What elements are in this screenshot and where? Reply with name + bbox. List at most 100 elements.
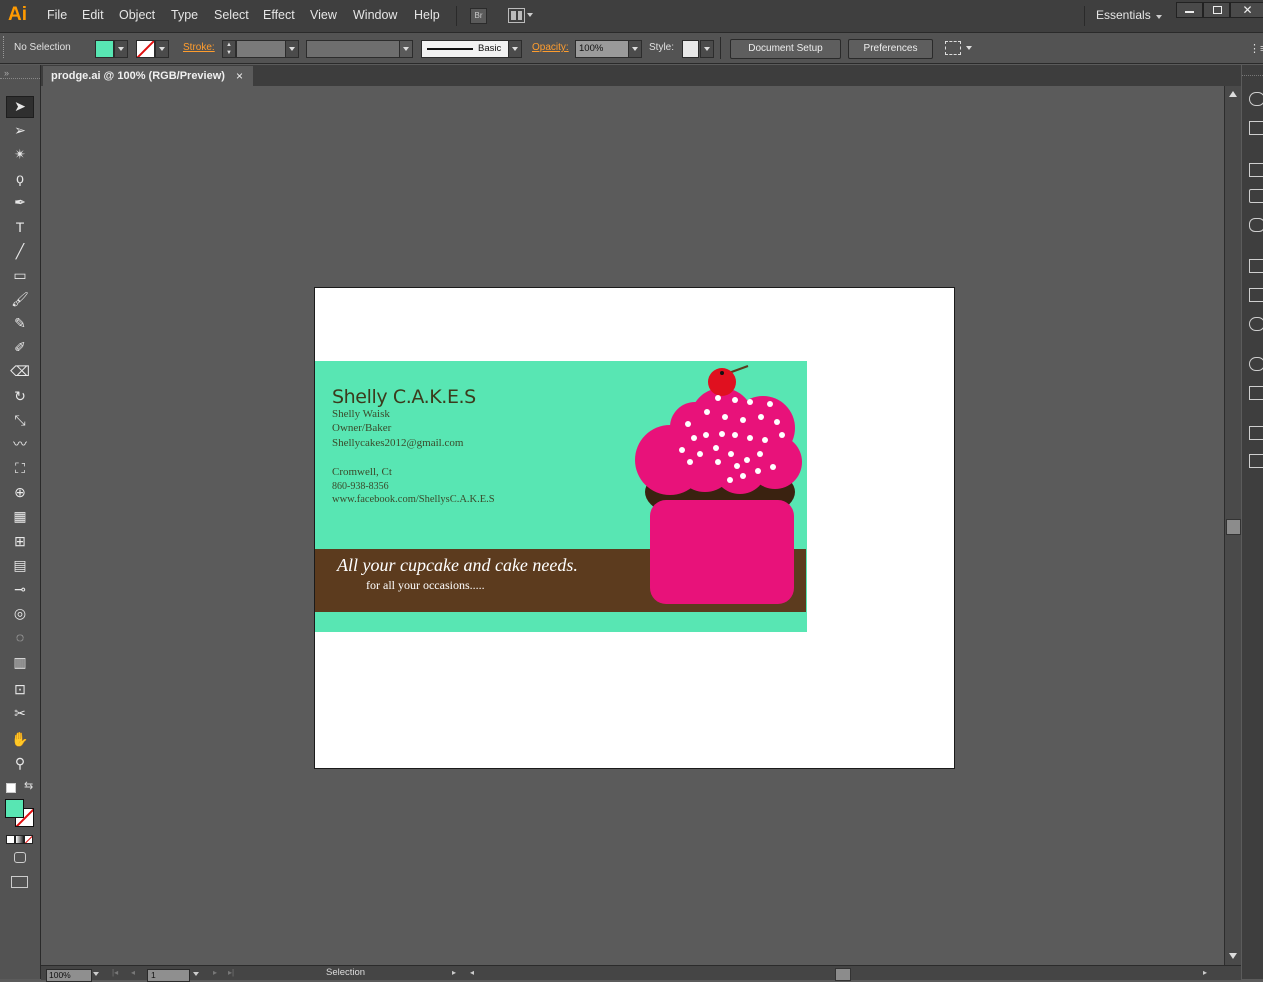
gradient-panel-icon[interactable] bbox=[1249, 288, 1263, 302]
stroke-weight-field[interactable] bbox=[236, 40, 286, 58]
collapse-panel-icon[interactable]: » bbox=[4, 68, 9, 78]
pencil-tool-icon[interactable]: ✎ bbox=[9, 313, 31, 333]
first-artboard-icon[interactable]: |◂ bbox=[112, 968, 118, 977]
zoom-tool-icon[interactable]: ⚲ bbox=[9, 753, 31, 773]
arrange-documents-icon[interactable] bbox=[508, 8, 525, 23]
style-dropdown[interactable] bbox=[700, 40, 714, 58]
scroll-right-icon[interactable]: ▸ bbox=[1203, 968, 1207, 977]
free-transform-tool-icon[interactable]: ⛶ bbox=[9, 458, 31, 478]
none-mode-icon[interactable] bbox=[24, 835, 33, 844]
rotate-tool-icon[interactable]: ↻ bbox=[9, 386, 31, 406]
close-window-icon[interactable]: ✕ bbox=[1230, 2, 1263, 18]
artboard-tool-icon[interactable]: ⊡ bbox=[9, 679, 31, 699]
default-colors-icon[interactable] bbox=[6, 783, 16, 793]
vertical-scrollbar[interactable] bbox=[1224, 86, 1241, 965]
variable-width-dropdown[interactable] bbox=[399, 40, 413, 58]
transparency-panel-icon[interactable] bbox=[1249, 317, 1263, 331]
type-tool-icon[interactable]: T bbox=[9, 217, 31, 237]
preferences-button[interactable]: Preferences bbox=[848, 39, 933, 59]
gradient-mode-icon[interactable] bbox=[15, 835, 24, 844]
minimize-button[interactable] bbox=[1176, 2, 1203, 18]
color-guide-icon[interactable] bbox=[1249, 121, 1263, 135]
status-menu-icon[interactable]: ▸ bbox=[452, 968, 456, 977]
document-tab[interactable]: prodge.ai @ 100% (RGB/Preview) × bbox=[43, 66, 253, 86]
panel-grip[interactable] bbox=[3, 36, 6, 58]
lasso-tool-icon[interactable]: ϙ bbox=[9, 168, 31, 188]
cupcake-illustration[interactable] bbox=[630, 362, 806, 612]
current-tool-status[interactable]: Selection bbox=[326, 967, 365, 978]
line-tool-icon[interactable]: ╱ bbox=[9, 241, 31, 261]
document-setup-button[interactable]: Document Setup bbox=[730, 39, 841, 59]
menu-object[interactable]: Object bbox=[119, 8, 155, 22]
zoom-field[interactable]: 100% bbox=[46, 969, 92, 982]
gradient-tool-icon[interactable]: ▤ bbox=[9, 555, 31, 575]
workspace-switcher[interactable]: Essentials bbox=[1096, 8, 1151, 22]
swatches-panel-icon[interactable] bbox=[1249, 163, 1263, 177]
stroke-panel-icon[interactable] bbox=[1249, 259, 1263, 273]
column-graph-tool-icon[interactable]: ▥ bbox=[9, 652, 31, 672]
card-website[interactable]: www.facebook.com/ShellysC.A.K.E.S bbox=[332, 494, 495, 505]
fill-swatch[interactable] bbox=[95, 40, 114, 58]
dock-grip[interactable] bbox=[1242, 65, 1263, 76]
scale-tool-icon[interactable]: ⤡ bbox=[9, 410, 31, 430]
direct-selection-tool-icon[interactable]: ➢ bbox=[9, 120, 31, 140]
hand-tool-icon[interactable]: ✋ bbox=[9, 729, 31, 749]
blend-tool-icon[interactable]: ◎ bbox=[9, 603, 31, 623]
previous-artboard-icon[interactable]: ◂ bbox=[131, 968, 135, 977]
shape-builder-tool-icon[interactable]: ⊕ bbox=[9, 482, 31, 502]
menu-effect[interactable]: Effect bbox=[263, 8, 295, 22]
magic-wand-tool-icon[interactable]: ✴ bbox=[9, 144, 31, 164]
close-tab-icon[interactable]: × bbox=[236, 66, 243, 86]
card-city[interactable]: Cromwell, Ct bbox=[332, 466, 392, 478]
opacity-label[interactable]: Opacity: bbox=[532, 42, 569, 53]
scroll-up-icon[interactable] bbox=[1229, 91, 1237, 97]
panel-menu-icon[interactable]: ⋮≡ bbox=[1249, 42, 1263, 55]
card-email[interactable]: Shellycakes2012@gmail.com bbox=[332, 437, 463, 449]
layers-panel-icon[interactable] bbox=[1249, 426, 1263, 440]
color-panel-icon[interactable] bbox=[1249, 92, 1263, 106]
vertical-scroll-thumb[interactable] bbox=[1226, 519, 1241, 535]
style-swatch[interactable] bbox=[682, 40, 699, 58]
selection-tool-icon[interactable]: ➤ bbox=[9, 96, 31, 116]
graphic-styles-panel-icon[interactable] bbox=[1249, 386, 1263, 400]
menu-type[interactable]: Type bbox=[171, 8, 198, 22]
brush-definition[interactable]: Basic bbox=[421, 40, 509, 58]
artboards-panel-icon[interactable] bbox=[1249, 454, 1263, 468]
card-tagline[interactable]: All your cupcake and cake needs. bbox=[337, 555, 578, 576]
stroke-weight-dropdown[interactable] bbox=[285, 40, 299, 58]
scroll-down-icon[interactable] bbox=[1229, 953, 1237, 959]
brush-dropdown[interactable] bbox=[508, 40, 522, 58]
stroke-dropdown[interactable] bbox=[155, 40, 169, 58]
isolate-object-icon[interactable] bbox=[945, 41, 961, 55]
menu-edit[interactable]: Edit bbox=[82, 8, 104, 22]
menu-window[interactable]: Window bbox=[353, 8, 397, 22]
card-subtagline[interactable]: for all your occasions..... bbox=[366, 578, 485, 593]
pen-tool-icon[interactable]: ✒ bbox=[9, 192, 31, 212]
menu-help[interactable]: Help bbox=[414, 8, 440, 22]
artboard-number-field[interactable]: 1 bbox=[147, 969, 190, 982]
next-artboard-icon[interactable]: ▸ bbox=[213, 968, 217, 977]
slice-tool-icon[interactable]: ✂ bbox=[9, 703, 31, 723]
swap-colors-icon[interactable]: ⇆ bbox=[24, 779, 33, 792]
menu-file[interactable]: File bbox=[47, 8, 67, 22]
stroke-label[interactable]: Stroke: bbox=[183, 42, 215, 53]
scroll-left-icon[interactable]: ◂ bbox=[470, 968, 474, 977]
color-mode-icon[interactable] bbox=[6, 835, 15, 844]
eyedropper-tool-icon[interactable]: ⊸ bbox=[9, 579, 31, 599]
blob-brush-tool-icon[interactable]: ✐ bbox=[9, 337, 31, 357]
variable-width-field[interactable] bbox=[306, 40, 400, 58]
symbols-panel-icon[interactable] bbox=[1249, 218, 1263, 232]
card-name[interactable]: Shelly Waisk bbox=[332, 408, 390, 420]
brushes-panel-icon[interactable] bbox=[1249, 189, 1263, 203]
chevron-down-icon[interactable] bbox=[966, 46, 972, 50]
card-role[interactable]: Owner/Baker bbox=[332, 422, 391, 434]
fill-dropdown[interactable] bbox=[114, 40, 128, 58]
warp-tool-icon[interactable]: 〰 bbox=[9, 434, 31, 454]
symbol-sprayer-tool-icon[interactable]: ◌ bbox=[9, 627, 31, 647]
opacity-dropdown[interactable] bbox=[628, 40, 642, 58]
menu-view[interactable]: View bbox=[310, 8, 337, 22]
rectangle-tool-icon[interactable]: ▭ bbox=[9, 265, 31, 285]
chevron-down-icon[interactable] bbox=[1156, 15, 1162, 19]
mesh-tool-icon[interactable]: ⊞ bbox=[9, 531, 31, 551]
card-title[interactable]: Shelly C.A.K.E.S bbox=[332, 386, 476, 408]
